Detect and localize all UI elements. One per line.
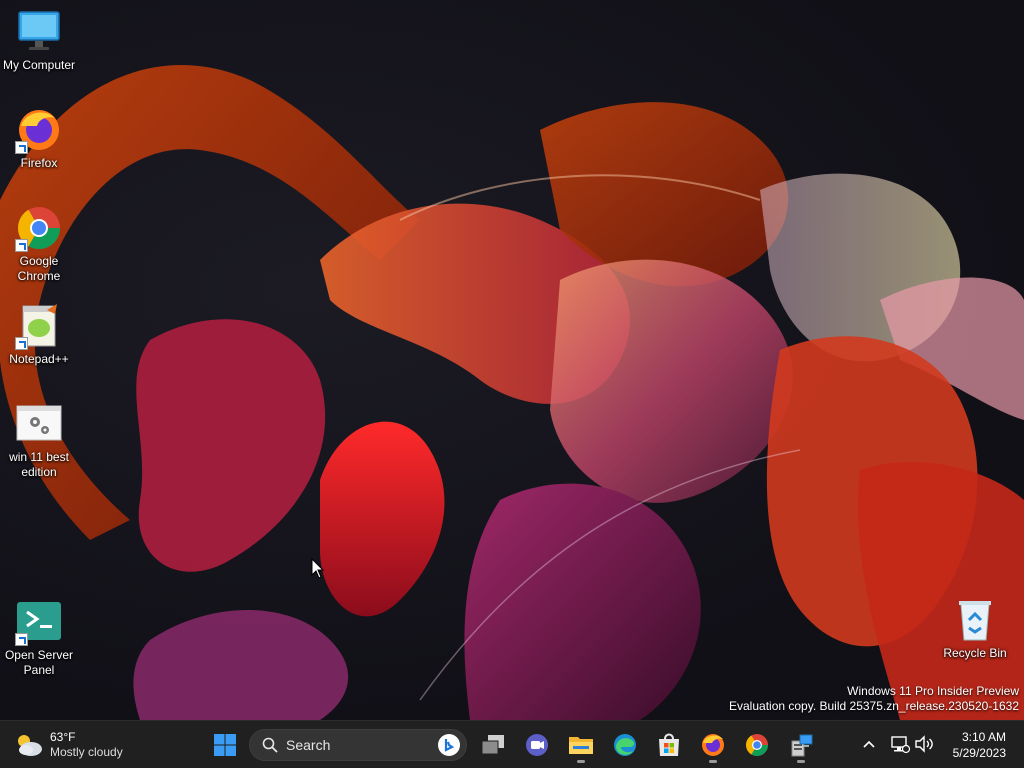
- search-icon: [262, 737, 278, 753]
- firefox-icon: [15, 106, 63, 154]
- windows-logo-icon: [214, 734, 236, 756]
- evaluation-watermark: Windows 11 Pro Insider Preview Evaluatio…: [729, 684, 1019, 714]
- desktop-icon-notepadpp[interactable]: Notepad++: [0, 302, 78, 367]
- store-icon: [659, 733, 679, 756]
- shortcut-arrow-icon: [15, 633, 28, 646]
- chevron-up-icon: [863, 740, 875, 748]
- desktop-icon-win11-best-edition[interactable]: win 11 best edition: [0, 400, 78, 480]
- desktop-icon-open-server-panel[interactable]: Open Server Panel: [0, 598, 78, 678]
- wallpaper: [0, 65, 1024, 720]
- weather-description: Mostly cloudy: [50, 745, 123, 759]
- shortcut-arrow-icon: [15, 141, 28, 154]
- system-clock[interactable]: 3:10 AM 5/29/2023: [953, 729, 1006, 761]
- firefox-icon: [702, 734, 724, 756]
- file-explorer-button[interactable]: [563, 727, 599, 763]
- network-status[interactable]: [889, 733, 911, 755]
- desktop[interactable]: My Computer Firefox Google Chrome Notepa…: [0, 0, 1024, 720]
- chrome-icon: [15, 204, 63, 252]
- network-icon: [891, 736, 911, 754]
- volume-control[interactable]: [913, 733, 935, 755]
- desktop-icon-label: Open Server Panel: [4, 648, 74, 677]
- settings-file-icon: [15, 400, 63, 448]
- desktop-icon-label: Firefox: [20, 156, 58, 170]
- speaker-icon: [915, 735, 933, 753]
- desktop-icon-chrome[interactable]: Google Chrome: [0, 204, 78, 284]
- show-hidden-icons-button[interactable]: [858, 733, 880, 755]
- notepadpp-icon: [15, 302, 63, 350]
- edge-button[interactable]: [607, 727, 643, 763]
- server-manager-button[interactable]: [783, 727, 819, 763]
- desktop-icon-label: Notepad++: [9, 352, 69, 366]
- desktop-icon-recycle-bin[interactable]: Recycle Bin: [936, 596, 1014, 661]
- chrome-taskbar-button[interactable]: [739, 727, 775, 763]
- shortcut-arrow-icon: [15, 239, 28, 252]
- task-view-button[interactable]: [475, 727, 511, 763]
- mouse-cursor-icon: [311, 558, 325, 579]
- start-button[interactable]: [207, 727, 243, 763]
- recycle-bin-icon: [951, 596, 999, 644]
- desktop-icon-label: Recycle Bin: [943, 646, 1007, 660]
- chrome-icon: [746, 734, 768, 756]
- running-indicator: [577, 760, 585, 763]
- monitor-icon: [15, 8, 63, 56]
- clock-time: 3:10 AM: [961, 730, 1006, 744]
- firefox-taskbar-button[interactable]: [695, 727, 731, 763]
- weather-temperature: 63°F: [50, 730, 76, 744]
- taskbar-search-box[interactable]: Search: [249, 729, 467, 761]
- watermark-line-build: Evaluation copy. Build 25375.zn_release.…: [729, 699, 1019, 713]
- desktop-icon-my-computer[interactable]: My Computer: [0, 8, 78, 73]
- shortcut-arrow-icon: [15, 337, 28, 350]
- clock-date: 5/29/2023: [952, 746, 1006, 760]
- desktop-icon-label: win 11 best edition: [9, 450, 69, 479]
- task-view-icon: [481, 735, 504, 755]
- desktop-icon-label: Google Chrome: [17, 254, 61, 283]
- chat-button[interactable]: [519, 727, 555, 763]
- chat-icon: [526, 734, 548, 756]
- edge-icon: [614, 734, 636, 756]
- microsoft-store-button[interactable]: [651, 727, 687, 763]
- server-icon: [791, 734, 813, 757]
- watermark-line-edition: Windows 11 Pro Insider Preview: [847, 684, 1019, 698]
- running-indicator: [709, 760, 717, 763]
- terminal-icon: [15, 598, 63, 646]
- cloud-sun-icon: [14, 732, 44, 758]
- bing-icon[interactable]: [438, 734, 460, 756]
- taskbar: 63°F Mostly cloudy Search 3:10 AM 5/29/2…: [0, 720, 1024, 768]
- desktop-icon-firefox[interactable]: Firefox: [0, 106, 78, 171]
- desktop-icon-label: My Computer: [2, 58, 76, 72]
- search-label: Search: [286, 737, 331, 753]
- weather-widget[interactable]: 63°F Mostly cloudy: [14, 727, 123, 763]
- folder-icon: [569, 737, 593, 754]
- running-indicator: [797, 760, 805, 763]
